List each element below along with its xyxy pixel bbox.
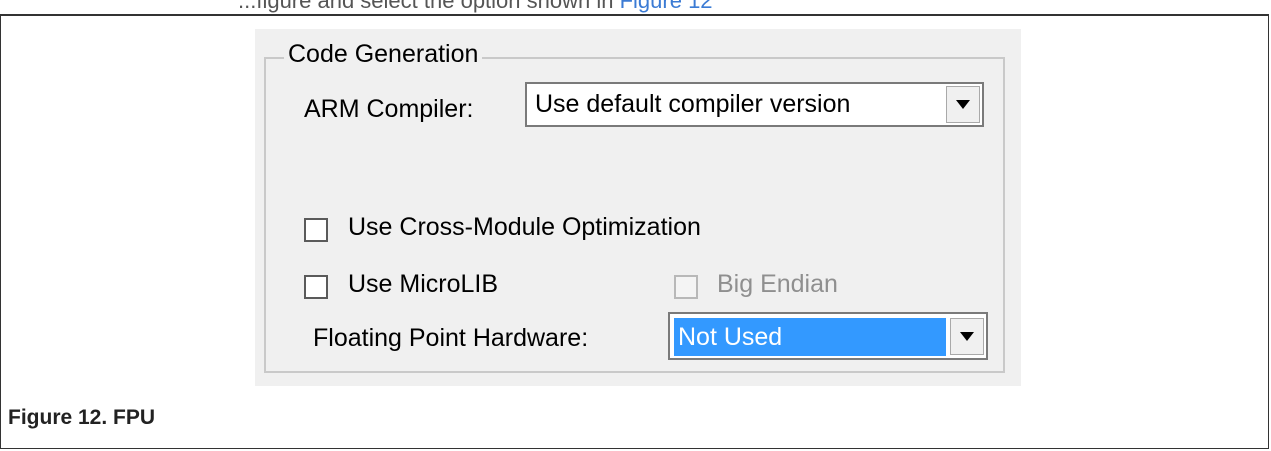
previous-text-line: ...figure and select the option shown in…: [0, 0, 1271, 14]
microlib-checkbox[interactable]: [304, 275, 328, 299]
arm-compiler-value: Use default compiler version: [535, 90, 851, 118]
previous-text: ...figure and select the option shown in…: [238, 0, 713, 14]
floating-point-hardware-dropdown[interactable]: Not Used: [668, 312, 988, 360]
arm-compiler-dropdown[interactable]: Use default compiler version: [525, 82, 984, 127]
arm-compiler-dropdown-button[interactable]: [946, 86, 980, 123]
floating-point-hardware-value: Not Used: [678, 323, 783, 351]
cross-module-optimization-label[interactable]: Use Cross-Module Optimization: [348, 210, 701, 244]
chevron-down-icon: [960, 332, 974, 341]
microlib-label[interactable]: Use MicroLIB: [348, 267, 498, 301]
big-endian-label: Big Endian: [717, 270, 838, 298]
floating-point-hardware-dropdown-button[interactable]: [950, 318, 984, 355]
cross-module-optimization-checkbox[interactable]: [304, 218, 328, 242]
previous-text-body: ...figure and select the option shown in: [238, 0, 614, 13]
figure-caption: Figure 12. FPU: [8, 406, 156, 429]
group-title: Code Generation: [284, 37, 483, 71]
chevron-down-icon: [956, 100, 970, 109]
figure-link[interactable]: Figure 12: [620, 0, 713, 13]
big-endian-checkbox[interactable]: [674, 275, 698, 299]
arm-compiler-label: ARM Compiler:: [304, 95, 474, 123]
floating-point-hardware-label: Floating Point Hardware:: [313, 324, 589, 352]
